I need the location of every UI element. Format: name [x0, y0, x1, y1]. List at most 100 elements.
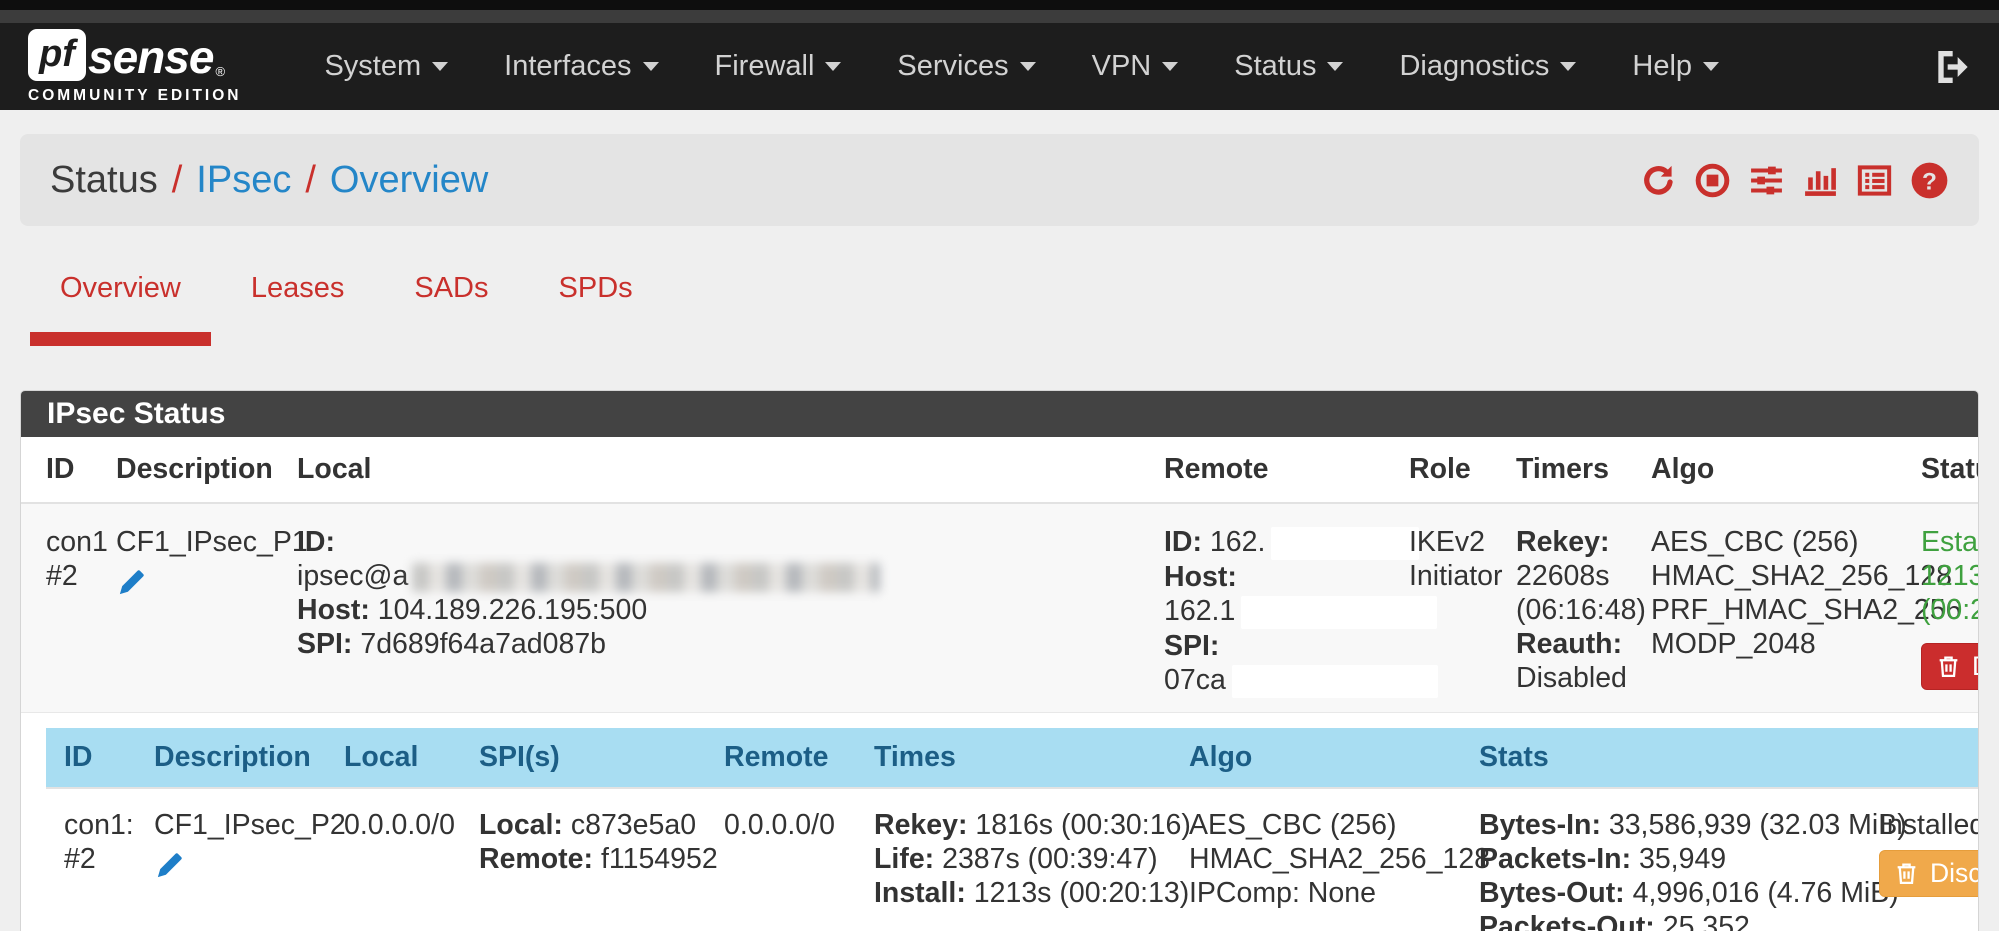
status-text: Installed	[1879, 808, 1979, 842]
column-header-description: Description	[154, 728, 344, 788]
cell-status: Installed Disconnect	[1879, 788, 1979, 931]
cell-algo: AES_CBC (256) HMAC_SHA2_256_128 PRF_HMAC…	[1651, 503, 1921, 712]
nav-item-interfaces[interactable]: Interfaces	[476, 50, 686, 83]
sign-out-icon[interactable]	[1931, 47, 1971, 87]
nav-item-label: Status	[1234, 50, 1316, 83]
column-header-description: Description	[116, 437, 297, 503]
edit-pencil-icon[interactable]	[116, 567, 147, 606]
bytes-in-label: Bytes-In:	[1479, 809, 1601, 841]
disconnect-button[interactable]: Disconnect	[1921, 643, 1979, 690]
redacted-white-block	[1241, 596, 1437, 629]
chevron-down-icon	[432, 62, 448, 71]
tab-sads[interactable]: SADs	[384, 272, 518, 346]
nav-item-system[interactable]: System	[296, 50, 476, 83]
cell-times: Rekey: 1816s (00:30:16) Life: 2387s (00:…	[874, 788, 1189, 931]
tab-overview[interactable]: Overview	[30, 272, 211, 346]
nav-item-label: VPN	[1092, 50, 1152, 83]
cell-id: con1 #2	[21, 503, 116, 712]
refresh-icon[interactable]	[1640, 162, 1677, 199]
algo-prf: PRF_HMAC_SHA2_256	[1651, 593, 1913, 627]
nav-item-label: Interfaces	[504, 50, 631, 83]
panel-title: IPsec Status	[21, 391, 1978, 437]
description-text: CF1_IPsec_P2	[154, 808, 336, 842]
ipsec-status-panel: IPsec Status ID Description Local Remote…	[20, 390, 1979, 931]
edit-pencil-icon[interactable]	[154, 850, 185, 889]
cell-status: Established 1213 seconds (00:20:13) ago …	[1921, 503, 1979, 712]
reauth-value: Disabled	[1516, 661, 1643, 695]
breadcrumb-link-ipsec[interactable]: IPsec	[196, 159, 291, 202]
navbar-top-strip	[0, 10, 1999, 23]
nav-item-vpn[interactable]: VPN	[1064, 50, 1207, 83]
remote-id-value: 162.	[1210, 526, 1265, 558]
chevron-down-icon	[1162, 62, 1178, 71]
algo-ipcomp: IPComp: None	[1189, 876, 1471, 910]
cell-algo: AES_CBC (256) HMAC_SHA2_256_128 IPComp: …	[1189, 788, 1479, 931]
nav-item-label: System	[324, 50, 421, 83]
local-id-label: ID:	[297, 526, 335, 558]
cell-stats: Bytes-In: 33,586,939 (32.03 MiB) Packets…	[1479, 788, 1879, 931]
redacted-blur-block	[412, 563, 880, 592]
nav-menu: System Interfaces Firewall Services VPN …	[296, 50, 1747, 83]
algo-hash: HMAC_SHA2_256_128	[1189, 842, 1471, 876]
column-header-algo: Algo	[1651, 437, 1921, 503]
pfsense-logo[interactable]: pf sense ® COMMUNITY EDITION	[28, 29, 241, 105]
tab-spds[interactable]: SPDs	[529, 272, 663, 346]
packets-in-label: Packets-In:	[1479, 843, 1631, 875]
breadcrumb-link-overview[interactable]: Overview	[330, 159, 488, 202]
column-header-status: Status	[1921, 437, 1979, 503]
svg-text:?: ?	[1922, 168, 1937, 195]
cell-id: con1: #2	[46, 788, 154, 931]
nav-item-firewall[interactable]: Firewall	[687, 50, 870, 83]
community-edition-label: COMMUNITY EDITION	[28, 87, 241, 105]
life-value: 2387s (00:39:47)	[942, 843, 1158, 875]
nav-item-diagnostics[interactable]: Diagnostics	[1371, 50, 1604, 83]
packets-out-value: 25,352	[1663, 911, 1750, 931]
nav-item-status[interactable]: Status	[1206, 50, 1371, 83]
column-header-local: Local	[344, 728, 479, 788]
local-id-value: ipsec@a	[297, 560, 408, 592]
rekey-label: Rekey:	[1516, 525, 1643, 559]
status-age-time: (00:20:13) ago	[1921, 593, 1979, 627]
chevron-down-icon	[1327, 62, 1343, 71]
remote-spi-label: SPI:	[1164, 630, 1219, 662]
column-header-algo: Algo	[1189, 728, 1479, 788]
trash-icon	[1936, 653, 1961, 680]
disconnect-child-button[interactable]: Disconnect	[1879, 850, 1979, 897]
role-version: IKEv2	[1409, 525, 1508, 559]
nav-item-label: Diagnostics	[1399, 50, 1549, 83]
chevron-down-icon	[643, 62, 659, 71]
spi-local-label: Local:	[479, 809, 563, 841]
cell-description: CF1_IPsec_P1	[116, 503, 297, 712]
cell-timers: Rekey: 22608s (06:16:48) Reauth: Disable…	[1516, 503, 1651, 712]
redacted-white-block	[1232, 665, 1438, 698]
reauth-label: Reauth:	[1516, 627, 1643, 661]
page-toolbar: ?	[1640, 161, 1949, 200]
install-value: 1213s (00:20:13)	[974, 877, 1190, 909]
sliders-icon[interactable]	[1748, 162, 1785, 199]
breadcrumb: Status / IPsec / Overview	[50, 159, 488, 202]
help-icon[interactable]: ?	[1910, 161, 1949, 200]
column-header-id: ID	[46, 728, 154, 788]
cell-local: ID: ipsec@a Host: 104.189.226.195:500 SP…	[297, 503, 1164, 712]
column-header-blank	[1879, 728, 1979, 788]
trash-icon	[1894, 860, 1919, 887]
connection-id: con1:	[64, 808, 146, 842]
column-header-id: ID	[21, 437, 116, 503]
rekey-label: Rekey:	[874, 809, 967, 841]
breadcrumb-separator: /	[305, 159, 316, 202]
status-text: Established	[1921, 525, 1979, 559]
nav-item-help[interactable]: Help	[1604, 50, 1747, 83]
local-spi-label: SPI:	[297, 628, 352, 660]
list-icon[interactable]	[1856, 162, 1893, 199]
remote-id-label: ID:	[1164, 526, 1202, 558]
column-header-remote: Remote	[1164, 437, 1409, 503]
chart-bar-icon[interactable]	[1802, 162, 1839, 199]
stop-icon[interactable]	[1694, 162, 1731, 199]
nav-item-label: Services	[897, 50, 1008, 83]
nav-item-services[interactable]: Services	[869, 50, 1063, 83]
bytes-in-value: 33,586,939 (32.03 MiB)	[1609, 809, 1907, 841]
tab-leases[interactable]: Leases	[221, 272, 375, 346]
nav-item-label: Help	[1632, 50, 1692, 83]
rekey-value: 22608s	[1516, 559, 1643, 593]
local-spi-value: 7d689f64a7ad087b	[360, 628, 606, 660]
